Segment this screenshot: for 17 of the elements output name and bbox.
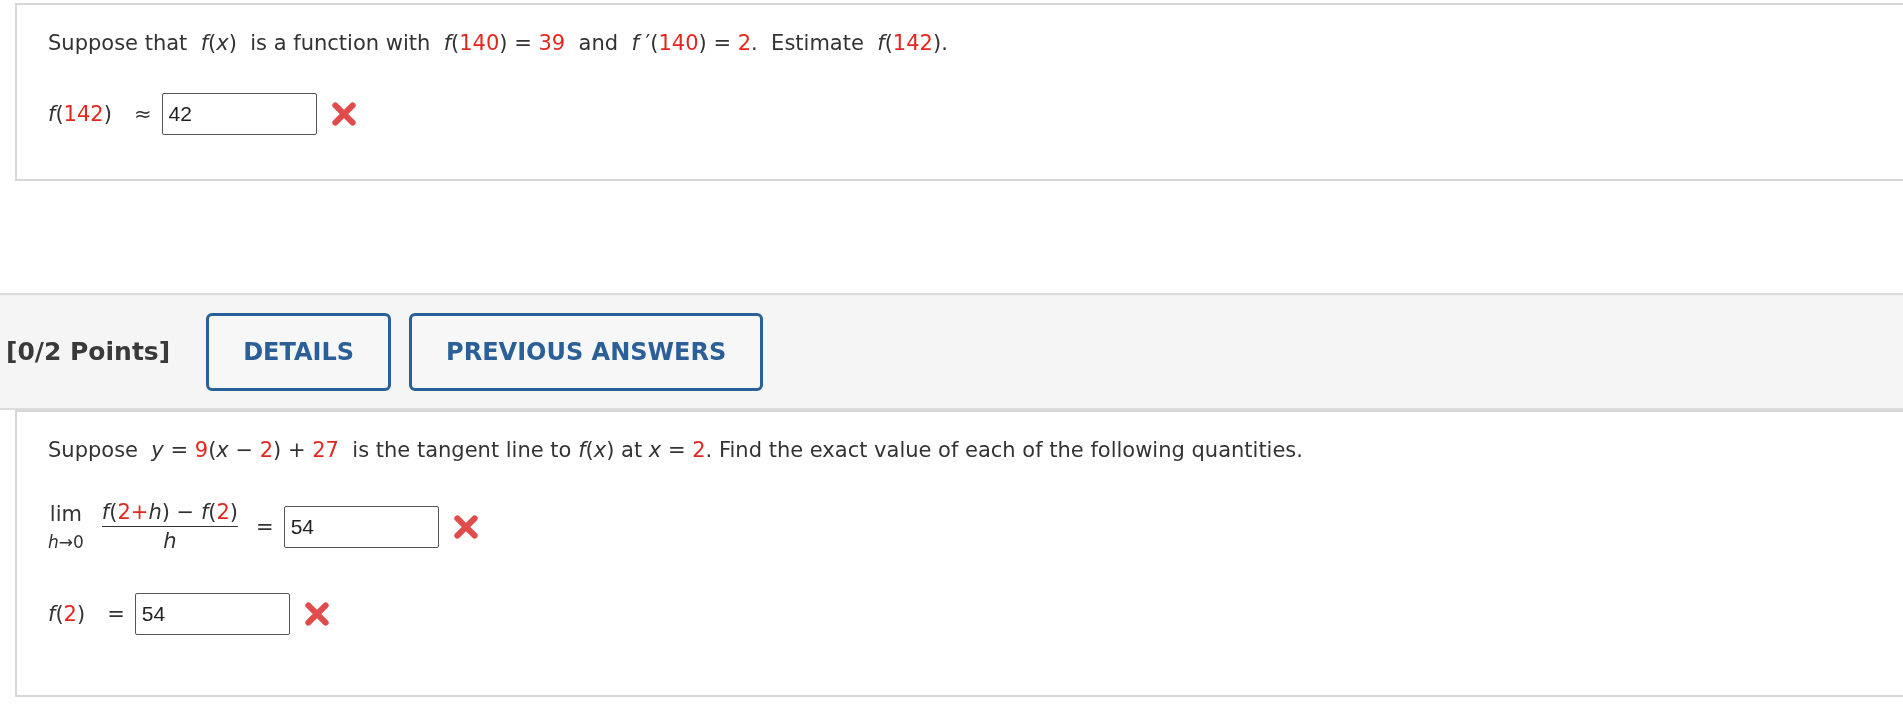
header-button[interactable]: PREVIOUS ANSWERS xyxy=(409,312,764,391)
points-label: [0/2 Points] xyxy=(6,337,171,366)
question-text: Suppose that f(x) is a function with f(140) = 39 and f ′(140) = 2. Estimate f(142). xyxy=(48,30,949,57)
answer-label: f(142) xyxy=(48,102,112,126)
fraction-numerator: f(2+h) − f(2) xyxy=(101,500,239,524)
fraction-denominator: h xyxy=(163,529,177,553)
limit-subscript: h→0 xyxy=(48,531,84,552)
relation-sign: = xyxy=(107,602,125,626)
question-text: Suppose y = 9(x − 2) + 27 is the tangent line to f(x) at x = 2. Find the exact value of each of the following quantities. xyxy=(48,437,1304,464)
header-button[interactable]: DETAILS xyxy=(206,312,392,391)
answer-field[interactable]: 54 xyxy=(283,505,439,548)
relation-sign: ≈ xyxy=(133,102,152,126)
answer-label: f(2) xyxy=(48,602,86,626)
answer-field[interactable]: 54 xyxy=(134,593,290,635)
limit-label: lim xyxy=(49,501,82,526)
answer-field[interactable]: 42 xyxy=(161,93,317,135)
relation-sign: = xyxy=(256,514,274,539)
